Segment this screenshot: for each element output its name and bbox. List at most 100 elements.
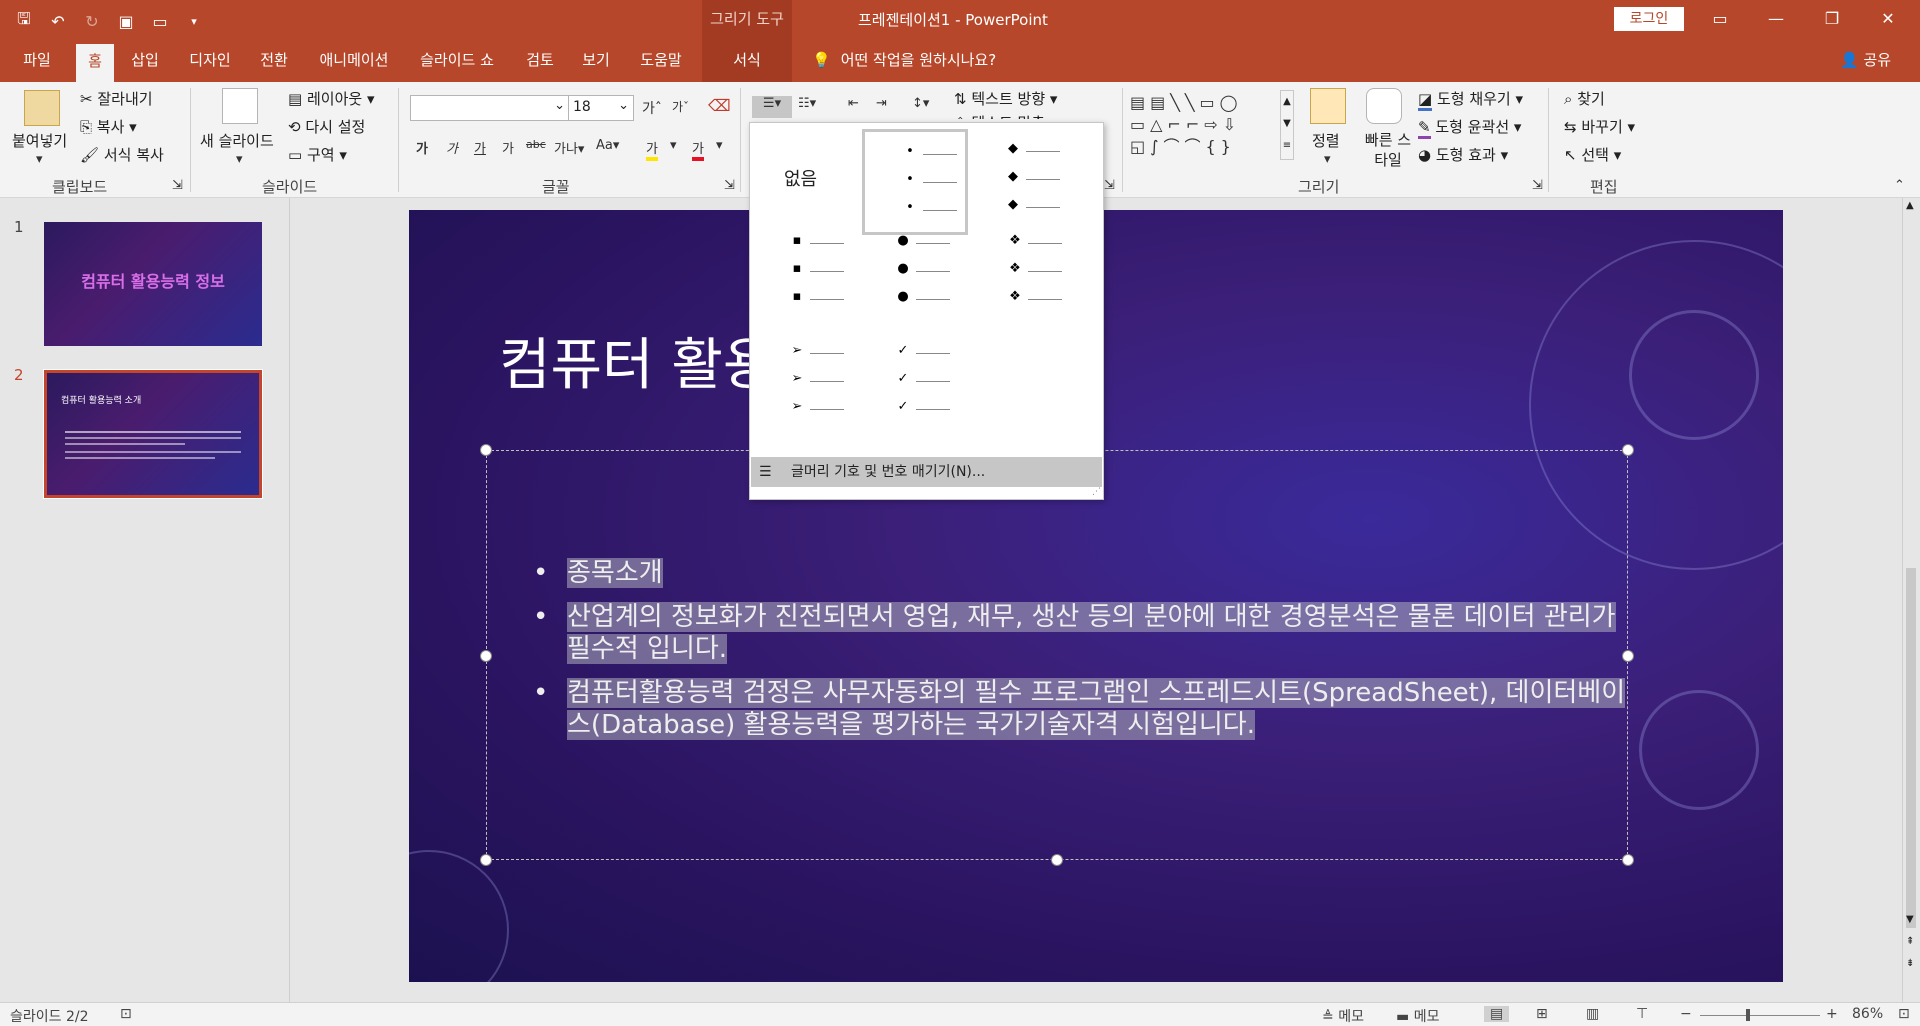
layout-button[interactable]: ▤ 레이아웃 ▾ [288, 88, 374, 109]
present-icon[interactable]: ▣ [116, 12, 136, 31]
slide-thumbnail-2[interactable]: 컴퓨터 활용능력 소개 [43, 369, 263, 499]
collapse-ribbon-icon[interactable]: ⌃ [1894, 178, 1905, 193]
quick-styles-button[interactable]: 빠른 스타일 [1364, 130, 1412, 170]
slide-title[interactable]: 컴퓨터 활용 [499, 320, 774, 401]
shrink-font-button[interactable]: 가ˇ [672, 98, 689, 115]
resize-handle[interactable] [480, 650, 492, 662]
font-launcher-icon[interactable]: ⇲ [724, 178, 735, 193]
drawing-launcher-icon[interactable]: ⇲ [1532, 178, 1543, 193]
highlight-button[interactable]: 가 [646, 138, 658, 161]
tab-help[interactable]: 도움말 [630, 40, 692, 82]
zoom-slider-thumb[interactable] [1746, 1009, 1750, 1021]
tab-transitions[interactable]: 전환 [252, 40, 296, 82]
strikethrough-button[interactable]: abc [526, 138, 546, 151]
new-slide-button[interactable]: 새 슬라이드 [200, 130, 274, 151]
replace-button[interactable]: ⇆ 바꾸기 ▾ [1564, 116, 1635, 137]
content-placeholder[interactable]: 종목소개 산업계의 정보화가 진전되면서 영업, 재무, 생산 등의 분야에 대… [480, 444, 1634, 866]
resize-handle[interactable] [1622, 444, 1634, 456]
font-size-combo[interactable]: 18 ⌄ [568, 95, 634, 121]
zoom-out-icon[interactable]: − [1680, 1006, 1692, 1022]
minimize-icon[interactable]: — [1748, 0, 1804, 40]
restore-icon[interactable]: ❐ [1804, 0, 1860, 40]
normal-view-icon[interactable]: ▤ [1484, 1006, 1510, 1022]
paste-dropdown-icon[interactable]: ▾ [36, 152, 43, 167]
reset-button[interactable]: ⟲ 다시 설정 [288, 116, 365, 137]
bullets-button[interactable]: ☰▾ [752, 96, 792, 118]
tab-format[interactable]: 서식 [702, 40, 792, 82]
bullet-option-arrow[interactable]: ➢ ➢ ➢ [750, 343, 856, 449]
zoom-level[interactable]: 86% [1852, 1006, 1883, 1022]
paragraph-launcher-icon[interactable]: ⇲ [1104, 178, 1115, 193]
ribbon-display-options-icon[interactable]: ▭ [1692, 0, 1748, 40]
arrange-button[interactable]: 정렬 [1312, 130, 1340, 151]
tab-home[interactable]: 홈 [76, 44, 114, 82]
zoom-slider-track[interactable] [1700, 1015, 1820, 1016]
bullet-option-checkmark[interactable]: ✓ ✓ ✓ [862, 343, 968, 449]
tab-insert[interactable]: 삽입 [124, 40, 166, 82]
decrease-indent-icon[interactable]: ⇤ [848, 96, 859, 111]
tab-slideshow[interactable]: 슬라이드 쇼 [410, 40, 504, 82]
change-case-button[interactable]: Aa▾ [596, 138, 619, 153]
resize-handle[interactable] [1622, 854, 1634, 866]
close-icon[interactable]: ✕ [1860, 0, 1916, 40]
clipboard-launcher-icon[interactable]: ⇲ [172, 178, 183, 193]
bullet-item[interactable]: 산업계의 정보화가 진전되면서 영업, 재무, 생산 등의 분야에 대한 경영분… [527, 601, 1627, 665]
text-direction-button[interactable]: ⇅ 텍스트 방향 ▾ [954, 88, 1057, 109]
share-button[interactable]: 👤 공유 [1840, 40, 1891, 80]
scroll-thumb[interactable] [1906, 568, 1916, 928]
tab-animations[interactable]: 애니메이션 [310, 40, 398, 82]
bullet-option-square[interactable]: ▪ ▪ ▪ [750, 233, 856, 339]
numbering-button[interactable]: ☷▾ [798, 96, 816, 111]
bullet-option-small-dot[interactable]: • • • [862, 129, 968, 235]
paste-icon[interactable] [24, 90, 60, 126]
format-painter-button[interactable]: 🖌 서식 복사 [80, 144, 164, 165]
grow-font-button[interactable]: 가ˆ [642, 98, 662, 118]
quick-styles-icon[interactable] [1366, 88, 1402, 124]
new-slide-icon[interactable] [222, 88, 258, 124]
tab-view[interactable]: 보기 [574, 40, 618, 82]
resize-handle[interactable] [1051, 854, 1063, 866]
reading-view-icon[interactable]: ▥ [1586, 1006, 1599, 1022]
spellcheck-icon[interactable]: ⊡ [120, 1006, 132, 1022]
clear-format-icon[interactable]: ⌫ [708, 96, 731, 115]
shape-effects-button[interactable]: ◕ 도형 효과 ▾ [1418, 144, 1508, 165]
increase-indent-icon[interactable]: ⇥ [876, 96, 887, 111]
customize-qat-icon[interactable]: ▾ [184, 15, 204, 28]
slide-sorter-icon[interactable]: ⊞ [1536, 1006, 1548, 1022]
shapes-gallery-scroll[interactable]: ▲ ▼ ≡ [1280, 90, 1294, 160]
cut-button[interactable]: ✂ 잘라내기 [80, 88, 153, 109]
shape-outline-button[interactable]: ✎ 도형 윤곽선 ▾ [1418, 116, 1521, 139]
resize-handle[interactable] [480, 854, 492, 866]
zoom-in-icon[interactable]: + [1826, 1006, 1838, 1022]
select-button[interactable]: ↖ 선택 ▾ [1564, 144, 1621, 165]
vertical-scrollbar[interactable]: ▲ ▼ ⇞ ⇟ [1902, 198, 1920, 1002]
bullet-option-none[interactable]: 없음 [750, 123, 856, 229]
paste-button[interactable]: 붙여넣기 [12, 130, 67, 151]
save-icon[interactable]: 🖫 [14, 8, 34, 35]
bullet-option-large-dot[interactable]: ● ● ● [862, 233, 968, 339]
bullet-item[interactable]: 종목소개 [527, 557, 1627, 589]
shapes-gallery[interactable]: ▤▤╲╲▭◯ ▭△⌐⌐⇨⇩ ◱∫⌒⌒{} [1130, 92, 1280, 160]
slide-thumbnail-1[interactable]: 컴퓨터 활용능력 정보 [44, 222, 262, 346]
arrange-dropdown-icon[interactable]: ▾ [1324, 152, 1331, 167]
arrange-icon[interactable] [1310, 88, 1346, 124]
bold-button[interactable]: 가 [416, 138, 428, 157]
undo-icon[interactable]: ↶ [48, 12, 68, 31]
notes-button[interactable]: ≜ 메모 [1322, 1006, 1364, 1026]
tell-me-box[interactable]: 💡 어떤 작업을 원하시나요? [812, 40, 996, 80]
new-slide-dropdown-icon[interactable]: ▾ [236, 152, 243, 167]
highlight-dropdown-icon[interactable]: ▾ [670, 138, 677, 153]
underline-button[interactable]: 가 [474, 138, 486, 157]
slideshow-view-icon[interactable]: ⊤ [1636, 1006, 1648, 1022]
comments-button[interactable]: ▬ 메모 [1396, 1006, 1439, 1026]
section-button[interactable]: ▭ 구역 ▾ [288, 144, 347, 165]
shape-fill-button[interactable]: ◪ 도형 채우기 ▾ [1418, 88, 1523, 111]
find-button[interactable]: ⌕ 찾기 [1564, 88, 1605, 109]
italic-button[interactable]: 가 [446, 138, 458, 157]
next-slide-icon[interactable]: ⇟ [1906, 958, 1914, 969]
shadow-button[interactable]: 가 [502, 138, 514, 157]
bullets-and-numbering-menu-item[interactable]: ☰ 글머리 기호 및 번호 매기기(N)... [751, 457, 1102, 487]
scroll-up-icon[interactable]: ▲ [1906, 200, 1914, 211]
bullet-option-diamond[interactable]: ◆ ◆ ◆ [986, 129, 1092, 235]
bullet-option-four-diamond[interactable]: ❖ ❖ ❖ [986, 233, 1092, 339]
